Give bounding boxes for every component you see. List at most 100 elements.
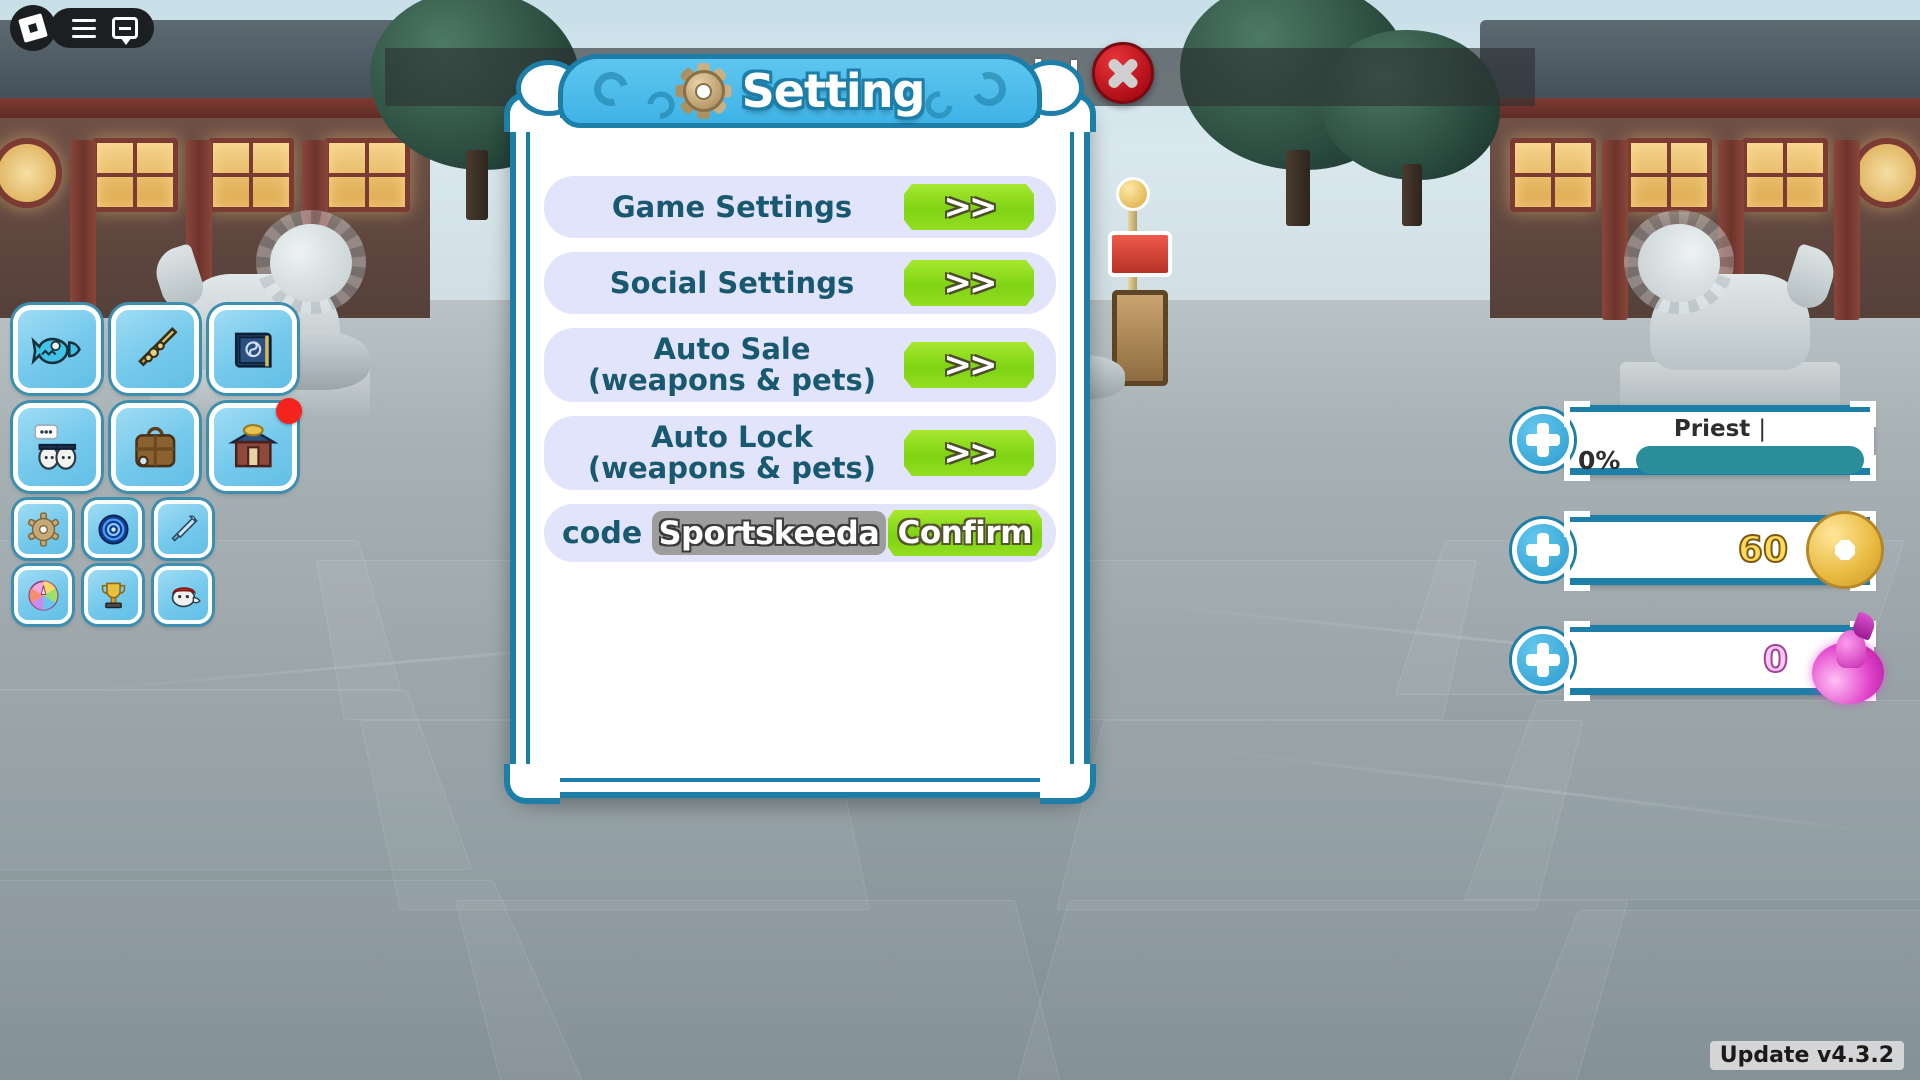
code-input-value: Sportskeeda	[658, 514, 880, 552]
rank-cursor: |	[1758, 416, 1767, 442]
sidebar-item-settings[interactable]	[14, 500, 72, 558]
portal-icon	[97, 513, 129, 545]
shop-icon	[227, 423, 279, 468]
sidebar-item-shop[interactable]	[209, 398, 302, 491]
right-hud: Priest | 0% 60 0	[1512, 395, 1920, 725]
statue-head	[1638, 224, 1720, 302]
gold-currency-row: 60	[1512, 505, 1920, 597]
icon-row-1	[8, 300, 302, 398]
rank-plate: Priest | 0%	[1566, 405, 1874, 475]
gear-settings-icon	[27, 511, 59, 547]
version-label: Update v4.3.2	[1709, 1041, 1904, 1070]
icon-row-3	[8, 496, 302, 562]
corner-ornament	[1850, 455, 1876, 481]
corner-ornament	[1564, 621, 1590, 647]
temple-window	[1852, 138, 1920, 208]
gold-amount: 60	[1737, 529, 1789, 572]
sidebar-item-rewards[interactable]	[84, 566, 142, 624]
pole-orb	[1116, 177, 1150, 211]
backpack-icon	[134, 426, 176, 468]
temple-pillar	[70, 140, 96, 320]
roblox-menu-pill[interactable]	[50, 8, 154, 48]
pet-fish-icon	[31, 336, 81, 365]
temple-window	[1626, 138, 1712, 212]
sidebar-item-inventory[interactable]	[111, 403, 199, 491]
sidebar-item-wheel[interactable]	[14, 566, 72, 624]
ground-tile	[1463, 700, 1920, 900]
temple-window	[1742, 138, 1828, 212]
temple-window	[92, 138, 178, 212]
rank-name-text: Priest	[1673, 416, 1751, 442]
chat-bubble-icon[interactable]	[112, 17, 138, 45]
icon-row-4	[8, 562, 302, 628]
sidebar-item-pets[interactable]	[13, 305, 101, 393]
settings-rows: Game Settings >> Social Settings >> Auto…	[544, 176, 1056, 562]
header-title-group: Setting	[558, 54, 1042, 128]
panel-header-banner: Setting	[516, 54, 1084, 128]
corner-ornament	[1564, 565, 1590, 591]
sidebar-item-pet-red[interactable]	[154, 566, 212, 624]
row-label: Social Settings	[609, 265, 855, 300]
gourd-amount: 0	[1762, 639, 1789, 682]
hamburger-menu-icon[interactable]	[72, 18, 96, 38]
gourd-plate: 0	[1566, 611, 1884, 704]
corner-ornament	[1564, 511, 1590, 537]
corner-ornament	[1564, 675, 1590, 701]
sword-icon	[137, 326, 178, 367]
row-social-settings[interactable]: Social Settings >>	[544, 252, 1056, 314]
close-icon[interactable]	[1092, 42, 1154, 104]
ground-tile	[455, 900, 1065, 1080]
code-label: code	[562, 515, 643, 551]
chevron-right-icon: >>	[943, 263, 998, 303]
chevron-right-icon: >>	[943, 433, 998, 473]
row-code-redeem: code Sportskeeda Confirm	[544, 504, 1056, 562]
confirm-button-label: Confirm	[897, 515, 1033, 551]
panel-corner-ornament	[504, 764, 560, 804]
spear-weapon-icon	[170, 514, 198, 542]
pole-sign	[1108, 231, 1172, 277]
roblox-top-bar	[10, 5, 154, 51]
tree-trunk	[1286, 150, 1310, 226]
sidebar-item-weapons[interactable]	[111, 305, 199, 393]
sidebar-item-weapon-spear[interactable]	[154, 500, 212, 558]
chevron-right-icon: >>	[943, 187, 998, 227]
sidebar-item-friends[interactable]	[13, 403, 101, 491]
friends-icon	[33, 423, 76, 470]
statue-head	[270, 224, 352, 302]
sidebar-item-teleport[interactable]	[84, 500, 142, 558]
gear-icon	[675, 63, 732, 119]
game-settings-open-button[interactable]: >>	[904, 184, 1034, 230]
roblox-logo-mark	[18, 13, 48, 43]
tree-trunk	[466, 150, 488, 220]
gold-plate: 60	[1566, 511, 1884, 589]
trophy-icon	[101, 582, 125, 608]
gourd-currency-row: 0	[1512, 611, 1920, 707]
social-settings-open-button[interactable]: >>	[904, 260, 1034, 306]
auto-sale-open-button[interactable]: >>	[904, 342, 1034, 388]
corner-ornament	[1564, 401, 1590, 427]
icon-row-2	[8, 398, 302, 496]
corner-ornament	[1850, 401, 1876, 427]
temple-window	[208, 138, 294, 212]
row-game-settings[interactable]: Game Settings >>	[544, 176, 1056, 238]
red-pet-icon	[171, 586, 201, 607]
tree-trunk	[1402, 164, 1422, 226]
sidebar-item-skills[interactable]	[209, 305, 297, 393]
row-label: Auto Lock (weapons & pets)	[587, 420, 877, 485]
lion-statue-right	[1610, 210, 1841, 420]
left-icon-grid	[8, 300, 302, 628]
book-icon	[234, 332, 272, 368]
rank-progress-row: Priest | 0%	[1512, 395, 1920, 487]
purple-gourd-icon	[1806, 611, 1890, 704]
confirm-button[interactable]: Confirm	[887, 510, 1042, 556]
row-auto-sale[interactable]: Auto Sale (weapons & pets) >>	[544, 328, 1056, 402]
spin-wheel-icon	[27, 579, 59, 611]
auto-lock-open-button[interactable]: >>	[904, 430, 1034, 476]
row-label: Game Settings	[611, 189, 853, 224]
rank-progress-bar	[1636, 446, 1864, 474]
temple-window	[1510, 138, 1596, 212]
page-title: Setting	[741, 64, 926, 118]
code-input[interactable]: Sportskeeda	[652, 511, 886, 555]
row-auto-lock[interactable]: Auto Lock (weapons & pets) >>	[544, 416, 1056, 490]
gold-coin-icon	[1806, 511, 1884, 589]
